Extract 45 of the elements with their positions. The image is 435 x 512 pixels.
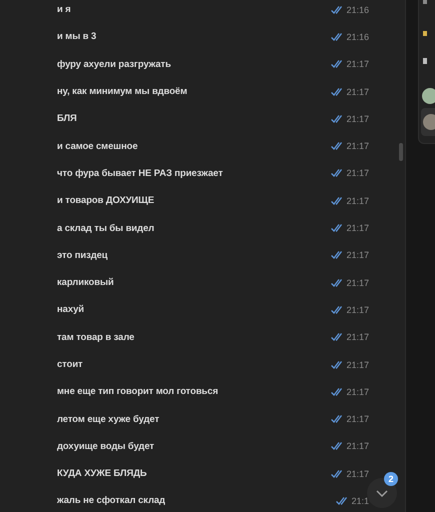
- message-text: что фура бывает НЕ РАЗ приезжает: [57, 168, 224, 179]
- avatar: [422, 88, 435, 104]
- message-time: 21:17: [346, 278, 369, 288]
- message-time: 21:17: [346, 141, 369, 152]
- message-time: 21:16: [346, 32, 369, 42]
- message-text: и я: [57, 4, 72, 16]
- message-text: и товаров ДОХУИЩЕ: [57, 195, 156, 206]
- message-text: летом еще хуже будет: [57, 414, 160, 425]
- caret-icon: [376, 490, 388, 496]
- message-text: дохуище воды будет: [57, 440, 156, 452]
- message-text: жаль не сфоткал склад: [57, 495, 166, 506]
- message-text: фуру ахуели разгружать: [57, 58, 172, 70]
- message-time: 21:17: [346, 468, 369, 479]
- message-time: 21:17: [346, 332, 369, 342]
- message-time: 21:16: [346, 4, 369, 15]
- message-text: это пиздец: [57, 250, 109, 261]
- message-text: и самое смешное: [57, 140, 139, 152]
- message-text: и мы в 3: [57, 31, 98, 42]
- unread-badge: 2: [384, 472, 398, 486]
- message-text: БЛЯ: [57, 113, 78, 124]
- message-text: там товар в зале: [57, 332, 136, 343]
- avatar: [423, 114, 435, 130]
- message-text: ну, как минимум мы вдвоём: [57, 86, 188, 98]
- message-text: нахуй: [57, 304, 86, 316]
- message-time: 21:17: [346, 386, 369, 397]
- message-text: карликовый: [57, 277, 115, 288]
- message-text: а склад ты бы видел: [57, 222, 156, 234]
- message-time: 21:17: [346, 304, 369, 315]
- message-time: 21:17: [346, 223, 369, 234]
- message-time: 21:17: [346, 441, 369, 452]
- message-text: мне еще тип говорит мол готовься: [57, 386, 220, 398]
- message-time: 21:17: [346, 168, 369, 178]
- message-time: 21:17: [346, 360, 369, 370]
- message-time: 21:17: [346, 196, 369, 206]
- square-icon: [423, 0, 427, 4]
- message-time: 21:1: [351, 496, 369, 506]
- message-time: 21:17: [346, 86, 369, 97]
- message-time: 21:17: [346, 250, 369, 260]
- scrollbar-thumb[interactable]: [399, 143, 403, 161]
- message-text: КУДА ХУЖЕ БЛЯДЬ: [57, 468, 148, 480]
- message-time: 21:17: [346, 114, 369, 124]
- square-icon: [423, 31, 427, 36]
- message-time: 21:17: [346, 59, 369, 70]
- message-time: 21:17: [346, 414, 369, 424]
- message-text: стоит: [57, 359, 84, 370]
